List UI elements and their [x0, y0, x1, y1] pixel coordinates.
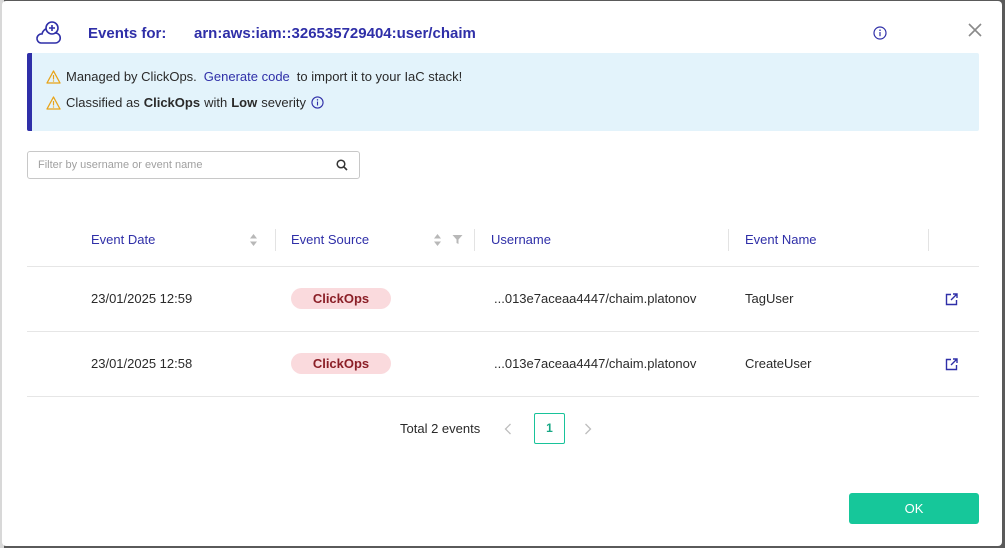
banner-line-classified: Classified as ClickOps with Low severity — [46, 95, 324, 110]
info-icon[interactable] — [311, 96, 324, 109]
event-source-badge: ClickOps — [291, 288, 391, 309]
ok-button[interactable]: OK — [849, 493, 979, 524]
table-row[interactable]: 23/01/2025 12:59 ClickOps ...013e7aceaa4… — [27, 267, 979, 332]
modal-title-label: Events for: — [88, 25, 167, 42]
cloud-plus-icon — [36, 21, 62, 44]
column-separator — [728, 229, 729, 251]
sort-icon[interactable] — [249, 233, 258, 247]
banner-line-managed: Managed by ClickOps. Generate code to im… — [46, 69, 462, 84]
column-header-username[interactable]: Username — [491, 232, 551, 247]
column-header-event-source[interactable]: Event Source — [291, 232, 369, 247]
banner-severity-level: Low — [231, 95, 258, 110]
close-icon[interactable] — [967, 22, 983, 38]
events-table: Event Date Event Source Username Event N… — [27, 217, 979, 397]
chevron-left-icon[interactable] — [504, 423, 512, 435]
modal-header: Events for: arn:aws:iam::326535729404:us… — [2, 1, 1002, 53]
banner-classified-text: Classified as — [66, 95, 140, 110]
generate-code-link[interactable]: Generate code — [204, 69, 290, 84]
table-header: Event Date Event Source Username Event N… — [27, 217, 979, 267]
column-separator — [275, 229, 276, 251]
warning-icon — [46, 69, 61, 84]
username-cell: ...013e7aceaa4447/chaim.platonov — [494, 356, 697, 371]
banner-class-name: ClickOps — [143, 95, 201, 110]
external-link-icon[interactable] — [945, 358, 958, 371]
total-events-label: Total 2 events — [400, 421, 481, 436]
event-date-cell: 23/01/2025 12:59 — [91, 291, 193, 306]
filter-icon[interactable] — [452, 234, 463, 245]
banner-managed-text: Managed by ClickOps. — [66, 69, 197, 84]
modal-title-arn: arn:aws:iam::326535729404:user/chaim — [194, 25, 476, 42]
event-source-badge: ClickOps — [291, 353, 391, 374]
username-cell: ...013e7aceaa4447/chaim.platonov — [494, 291, 697, 306]
column-header-event-name[interactable]: Event Name — [745, 232, 817, 247]
chevron-right-icon[interactable] — [584, 423, 592, 435]
search-icon[interactable] — [336, 159, 348, 171]
page-button-current[interactable]: 1 — [534, 413, 565, 444]
info-icon[interactable] — [873, 26, 887, 40]
column-separator — [474, 229, 475, 251]
column-separator — [928, 229, 929, 251]
event-name-cell: CreateUser — [745, 356, 812, 371]
banner-with-text: with — [204, 95, 228, 110]
event-date-cell: 23/01/2025 12:58 — [91, 356, 193, 371]
event-name-cell: TagUser — [745, 291, 794, 306]
search-input[interactable] — [38, 157, 328, 173]
pagination: Total 2 events 1 — [400, 412, 610, 444]
external-link-icon[interactable] — [945, 293, 958, 306]
clickops-banner: Managed by ClickOps. Generate code to im… — [27, 53, 979, 131]
search-box — [27, 151, 360, 179]
banner-import-text: to import it to your IaC stack! — [296, 69, 463, 84]
sort-icon[interactable] — [433, 233, 442, 247]
banner-severity-text: severity — [261, 95, 306, 110]
table-row[interactable]: 23/01/2025 12:58 ClickOps ...013e7aceaa4… — [27, 332, 979, 397]
column-header-event-date[interactable]: Event Date — [91, 232, 155, 247]
events-modal: Events for: arn:aws:iam::326535729404:us… — [2, 1, 1002, 546]
warning-icon — [46, 95, 61, 110]
